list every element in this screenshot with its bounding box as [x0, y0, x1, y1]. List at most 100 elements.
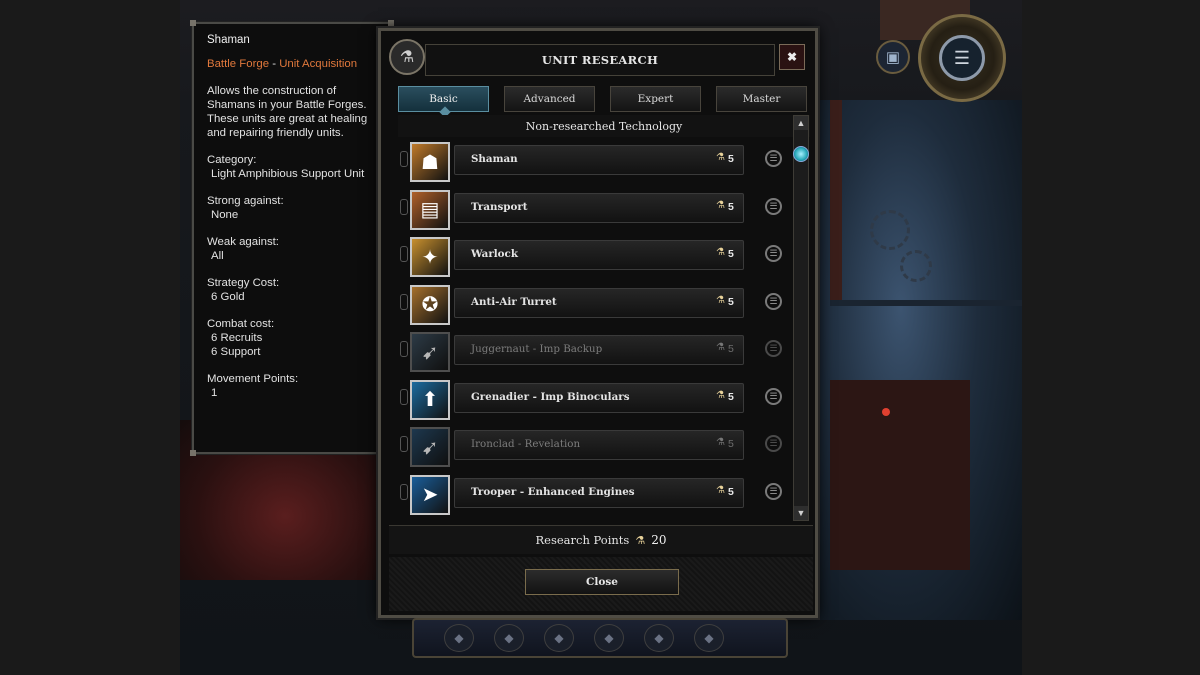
flask-icon: ⚗: [716, 342, 725, 353]
flask-icon: ⚗: [716, 199, 725, 211]
map-icon: ▣: [885, 49, 901, 66]
strategy-cost-label: Strategy Cost:: [207, 277, 280, 289]
research-item-name: Trooper - Enhanced Engines: [471, 485, 635, 498]
strong-against-value: None: [211, 209, 239, 221]
research-points-value: 20: [651, 533, 667, 547]
row-bracket-decoration: [400, 198, 408, 215]
tier-tabs: Basic Advanced Expert Master: [398, 86, 808, 112]
research-item-cost: 5: [728, 200, 734, 213]
research-points-bar: Research Points ⚗ 20: [389, 525, 813, 554]
tooltip-separator: -: [269, 58, 280, 70]
queue-button-icon[interactable]: ☰: [765, 245, 782, 262]
scroll-up-icon[interactable]: ▲: [794, 116, 808, 130]
research-item[interactable]: ✪ Anti-Air Turret ⚗ 5 ☰: [398, 282, 793, 325]
research-item[interactable]: ☗ Shaman ⚗ 5 ☰: [398, 139, 793, 182]
research-item-cost: 5: [728, 438, 734, 450]
research-item[interactable]: ⬆ Grenadier - Imp Binoculars ⚗ 5 ☰: [398, 377, 793, 420]
row-bracket-decoration: [400, 293, 408, 310]
research-item-name: Transport: [471, 200, 528, 213]
panel-title: UNIT RESEARCH: [541, 53, 659, 67]
research-points-label: Research Points: [535, 533, 630, 547]
unit-tooltip: Shaman Battle Forge - Unit Acquisition A…: [190, 20, 394, 456]
row-bracket-decoration: [400, 388, 408, 405]
row-bracket-decoration: [400, 483, 408, 500]
scroll-down-icon[interactable]: ▼: [794, 506, 808, 520]
scroll-thumb[interactable]: [793, 146, 809, 162]
map-toggle-button[interactable]: ▣: [876, 40, 910, 74]
research-list: ☗ Shaman ⚗ 5 ☰ ▤ Transport ⚗ 5 ☰ ✦ Warlock ⚗ 5 ☰ ✪ Anti-…: [398, 139, 793, 519]
research-item-name: Grenadier - Imp Binoculars: [471, 390, 630, 403]
flask-icon: ⚗: [716, 484, 725, 496]
research-item-cost: 5: [728, 485, 734, 498]
category-value: Light Amphibious Support Unit: [211, 168, 365, 180]
dock-slot-icon[interactable]: ◆: [594, 624, 624, 652]
row-bracket-decoration: [400, 246, 408, 262]
main-menu-button[interactable]: ☰: [918, 14, 1006, 102]
list-scrollbar[interactable]: ▲ ▼: [793, 115, 809, 521]
shaman-icon: ☗: [410, 142, 450, 182]
tab-basic[interactable]: Basic: [398, 86, 489, 112]
turret-icon: ✪: [410, 284, 450, 325]
research-item-name: Juggernaut - Imp Backup: [471, 343, 603, 355]
tooltip-subtitle: Battle Forge - Unit Acquisition: [207, 57, 377, 71]
tab-master[interactable]: Master: [716, 86, 807, 112]
row-bracket-decoration: [400, 341, 408, 357]
ironclad-icon: ➹: [410, 427, 450, 467]
tab-advanced[interactable]: Advanced: [504, 86, 595, 112]
queue-button-icon[interactable]: ☰: [765, 435, 782, 452]
menu-list-icon: ☰: [939, 35, 985, 81]
research-item[interactable]: ▤ Transport ⚗ 5 ☰: [398, 187, 793, 230]
close-x-button[interactable]: ✖: [779, 44, 805, 70]
weak-against-value: All: [211, 250, 224, 262]
dock-slot-icon[interactable]: ◆: [644, 624, 674, 652]
tooltip-building: Battle Forge: [207, 58, 270, 70]
trooper-icon: ➤: [410, 474, 450, 515]
research-item[interactable]: ➹ Juggernaut - Imp Backup ⚗ 5 ☰: [398, 329, 793, 372]
research-item-cost: 5: [728, 343, 734, 355]
research-item-cost: 5: [728, 153, 734, 165]
dock-slot-icon[interactable]: ◆: [494, 624, 524, 652]
queue-button-icon[interactable]: ☰: [765, 340, 782, 357]
dock-slot-icon[interactable]: ◆: [694, 624, 724, 652]
tab-expert[interactable]: Expert: [610, 86, 701, 112]
flask-icon: ⚗: [716, 247, 725, 258]
dock-slot-icon[interactable]: ◆: [444, 624, 474, 652]
strategy-cost-value: 6 Gold: [211, 291, 245, 303]
research-item[interactable]: ➹ Ironclad - Revelation ⚗ 5 ☰: [398, 424, 793, 467]
research-item[interactable]: ✦ Warlock ⚗ 5 ☰: [398, 234, 793, 277]
flask-icon: ⚗: [716, 294, 725, 306]
grenadier-icon: ⬆: [410, 379, 450, 420]
category-label: Category:: [207, 154, 257, 166]
left-backdrop: [0, 0, 180, 675]
unit-research-panel: ⚗ UNIT RESEARCH ✖ Basic Advanced Expert …: [378, 28, 818, 618]
close-button[interactable]: Close: [525, 569, 679, 595]
tooltip-title: Shaman: [207, 34, 250, 46]
close-icon: ✖: [786, 50, 798, 64]
research-item[interactable]: ➤ Trooper - Enhanced Engines ⚗ 5 ☰: [398, 472, 793, 515]
juggernaut-icon: ➹: [410, 332, 450, 372]
combat-cost-support: 6 Support: [211, 346, 261, 358]
research-item-cost: 5: [728, 248, 734, 260]
flask-icon: ⚗: [716, 152, 725, 163]
flask-icon: ⚗: [716, 437, 725, 448]
research-flask-icon: ⚗: [389, 39, 425, 75]
movement-points-label: Movement Points:: [207, 373, 299, 385]
queue-button-icon[interactable]: ☰: [765, 482, 782, 500]
combat-cost-recruits: 6 Recruits: [211, 332, 263, 344]
research-item-name: Anti-Air Turret: [471, 295, 557, 308]
tooltip-description: Allows the construction of Shamans in yo…: [207, 85, 368, 139]
transport-icon: ▤: [410, 189, 450, 230]
queue-button-icon[interactable]: ☰: [765, 292, 782, 310]
flask-icon: ⚗: [716, 389, 725, 401]
combat-cost-label: Combat cost:: [207, 318, 275, 330]
research-item-name: Warlock: [471, 248, 518, 260]
movement-points-value: 1: [211, 387, 218, 399]
queue-button-icon[interactable]: ☰: [765, 197, 782, 215]
strong-against-label: Strong against:: [207, 195, 284, 207]
research-flask-small-icon: ⚗: [635, 533, 646, 547]
row-bracket-decoration: [400, 436, 408, 452]
queue-button-icon[interactable]: ☰: [765, 387, 782, 405]
queue-button-icon[interactable]: ☰: [765, 150, 782, 167]
dock-slot-icon[interactable]: ◆: [544, 624, 574, 652]
research-item-name: Shaman: [471, 153, 518, 165]
